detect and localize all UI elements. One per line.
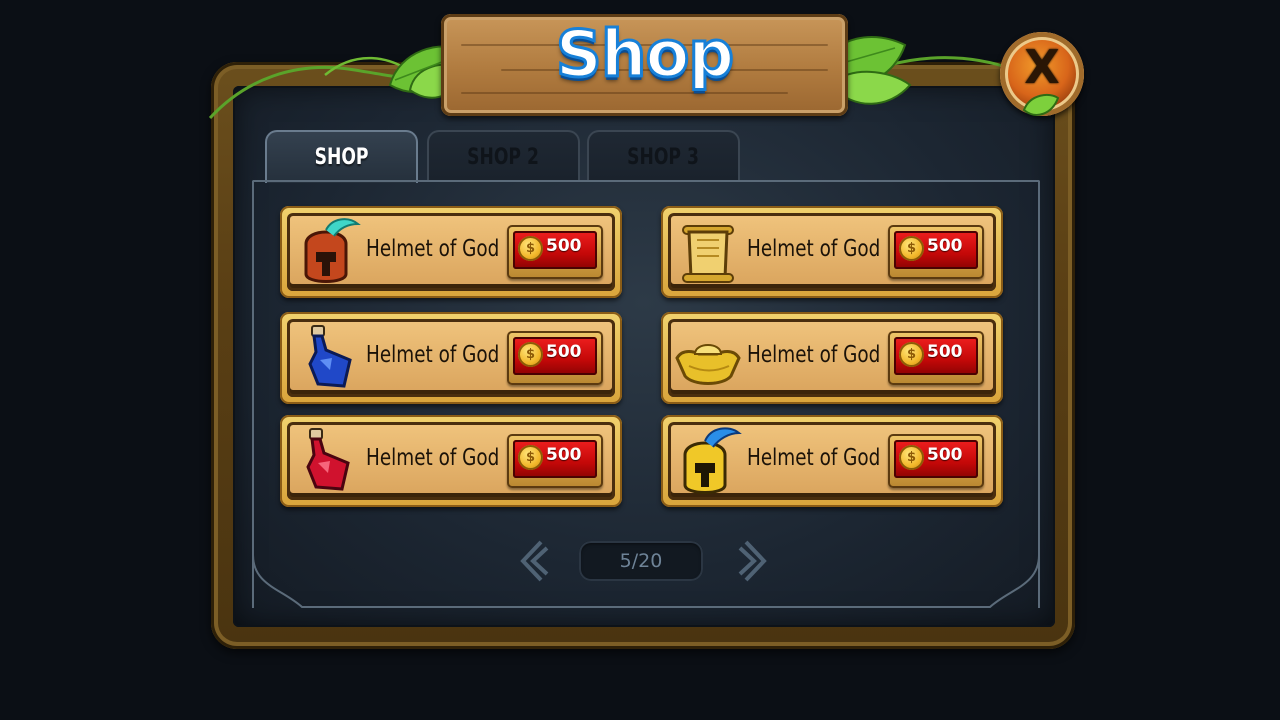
shop-item-card[interactable]: Helmet of God $ 500 [661,206,1003,298]
item-price: 500 [927,445,963,465]
coin-icon: $ [518,445,543,470]
buy-price-button[interactable]: $ 500 [507,434,603,488]
item-name: Helmet of God [747,445,881,471]
item-price: 500 [546,342,582,362]
close-icon: X [1024,40,1060,94]
next-page-button[interactable] [738,538,772,584]
item-name: Helmet of God [366,342,500,368]
item-name: Helmet of God [747,236,881,262]
shop-item-card[interactable]: Helmet of God $ 500 [280,206,622,298]
leaf-icon [1022,93,1060,116]
scroll-icon [682,225,734,283]
shop-item-card[interactable]: Helmet of God $ 500 [280,415,622,507]
tab-shop-3[interactable]: SHOP 3 [587,130,740,181]
item-price: 500 [546,445,582,465]
gold-ingot-icon [675,344,741,385]
item-price: 500 [546,236,582,256]
coin-icon: $ [518,236,543,261]
coin-icon: $ [899,342,924,367]
buy-price-button[interactable]: $ 500 [507,225,603,279]
item-price: 500 [927,342,963,362]
tab-shop[interactable]: SHOP [265,130,418,183]
page-title: Shop [554,17,735,94]
chevron-left-icon [520,540,549,582]
item-name: Helmet of God [366,236,500,262]
buy-price-button[interactable]: $ 500 [507,331,603,385]
gold-helmet-icon [683,427,742,494]
shop-item-card[interactable]: Helmet of God $ 500 [280,312,622,404]
coin-icon: $ [518,342,543,367]
item-price: 500 [927,236,963,256]
chevron-right-icon [738,540,767,582]
coin-icon: $ [899,445,924,470]
shop-item-card[interactable]: Helmet of God $ 500 [661,312,1003,404]
buy-price-button[interactable]: $ 500 [888,331,984,385]
item-name: Helmet of God [747,342,881,368]
blue-potion-icon [308,325,352,388]
buy-price-button[interactable]: $ 500 [888,434,984,488]
red-potion-icon [306,428,350,491]
coin-icon: $ [899,236,924,261]
shop-item-card[interactable]: Helmet of God $ 500 [661,415,1003,507]
tab-shop-2[interactable]: SHOP 2 [427,130,580,181]
previous-page-button[interactable] [515,538,549,584]
item-name: Helmet of God [366,445,500,471]
page-indicator: 5/20 [579,541,703,581]
red-helmet-icon [304,218,361,283]
buy-price-button[interactable]: $ 500 [888,225,984,279]
